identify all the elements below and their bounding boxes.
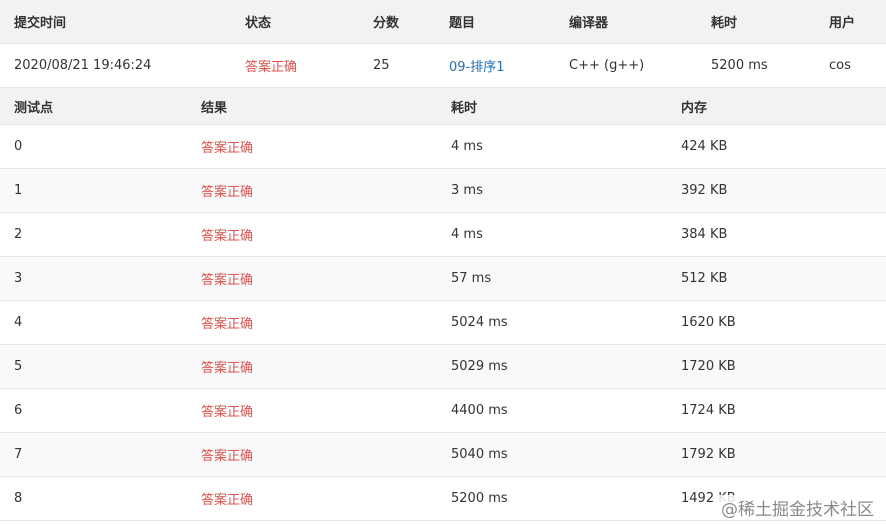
case-time: 57 ms [451, 271, 492, 286]
header-case: 测试点 [14, 100, 54, 116]
header-memory: 内存 [681, 100, 708, 116]
case-time: 5029 ms [451, 359, 508, 374]
table-row: 4 答案正确 5024 ms 1620 KB [0, 301, 886, 345]
case-time: 4400 ms [451, 403, 508, 418]
summary-row: 2020/08/21 19:46:24 答案正确 25 09-排序1 C++ (… [0, 44, 886, 88]
case-time: 3 ms [451, 183, 483, 198]
problem-link[interactable]: 09-排序1 [449, 44, 505, 87]
case-memory: 512 KB [681, 271, 728, 286]
table-row: 3 答案正确 57 ms 512 KB [0, 257, 886, 301]
case-result: 答案正确 [201, 405, 254, 420]
case-result: 答案正确 [201, 361, 254, 376]
case-id: 4 [14, 315, 23, 330]
header-case-time: 耗时 [451, 100, 478, 116]
header-status: 状态 [245, 16, 272, 31]
header-problem: 题目 [449, 16, 476, 31]
case-time: 4 ms [451, 227, 483, 242]
case-id: 8 [14, 491, 23, 506]
summary-header-row: 提交时间 状态 分数 题目 编译器 耗时 用户 [0, 0, 886, 44]
table-row: 7 答案正确 5040 ms 1792 KB [0, 433, 886, 477]
case-result: 答案正确 [201, 449, 254, 464]
case-time: 5040 ms [451, 447, 508, 462]
submit-time: 2020/08/21 19:46:24 [14, 58, 152, 73]
case-time: 4 ms [451, 139, 483, 154]
case-result: 答案正确 [201, 317, 254, 332]
header-score: 分数 [373, 16, 400, 31]
header-compiler: 编译器 [569, 16, 609, 31]
table-row: 6 答案正确 4400 ms 1724 KB [0, 389, 886, 433]
case-id: 5 [14, 359, 23, 374]
case-result: 答案正确 [201, 141, 254, 156]
table-row: 1 答案正确 3 ms 392 KB [0, 169, 886, 213]
score: 25 [373, 58, 390, 73]
case-time: 5024 ms [451, 315, 508, 330]
case-memory: 1724 KB [681, 403, 736, 418]
header-result: 结果 [201, 100, 228, 116]
header-user: 用户 [829, 16, 856, 31]
case-memory: 1720 KB [681, 359, 736, 374]
case-memory: 424 KB [681, 139, 728, 154]
case-id: 7 [14, 447, 23, 462]
watermark-text: @稀土掘金技术社区 [721, 500, 874, 520]
header-time: 耗时 [711, 16, 738, 31]
user: cos [829, 58, 851, 73]
case-result: 答案正确 [201, 229, 254, 244]
case-memory: 384 KB [681, 227, 728, 242]
submission-detail-page: 提交时间 状态 分数 题目 编译器 耗时 用户 2020/08/21 19:46… [0, 0, 886, 524]
table-row: 5 答案正确 5029 ms 1720 KB [0, 345, 886, 389]
case-id: 6 [14, 403, 23, 418]
case-result: 答案正确 [201, 185, 254, 200]
case-id: 1 [14, 183, 23, 198]
compiler: C++ (g++) [569, 58, 645, 73]
status-accepted: 答案正确 [245, 60, 298, 75]
header-submit-time: 提交时间 [14, 16, 67, 31]
tests-header-row: 测试点 结果 耗时 内存 [0, 88, 886, 125]
table-row: 2 答案正确 4 ms 384 KB [0, 213, 886, 257]
case-result: 答案正确 [201, 493, 254, 508]
case-time: 5200 ms [451, 491, 508, 506]
case-memory: 392 KB [681, 183, 728, 198]
case-result: 答案正确 [201, 273, 254, 288]
watermark: @稀土掘金技术社区 [717, 495, 878, 520]
case-id: 0 [14, 139, 23, 154]
case-memory: 1792 KB [681, 447, 736, 462]
elapsed-time: 5200 ms [711, 58, 768, 73]
case-id: 3 [14, 271, 23, 286]
case-memory: 1620 KB [681, 315, 736, 330]
case-id: 2 [14, 227, 23, 242]
table-row: 0 答案正确 4 ms 424 KB [0, 125, 886, 169]
